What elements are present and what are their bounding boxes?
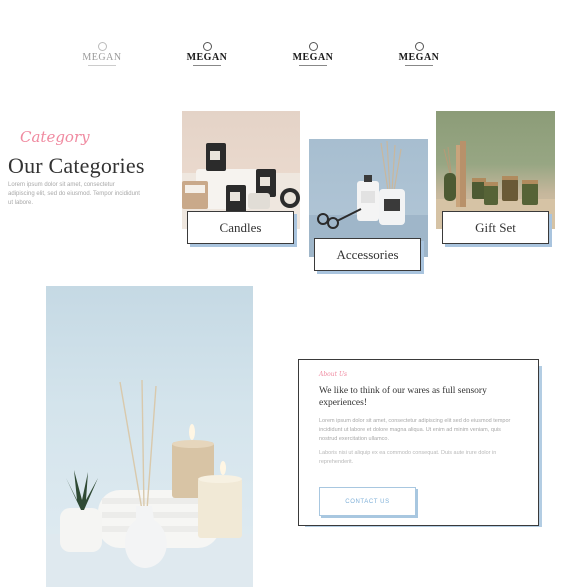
categories-lead-text: Lorem ipsum dolor sit amet, consectetur … <box>8 182 140 206</box>
category-card-gift-set[interactable]: Gift Set <box>442 211 549 244</box>
brand-logo-2[interactable]: MEGAN <box>177 42 237 66</box>
brand-logo-3[interactable]: MEGAN <box>283 42 343 66</box>
contact-us-button[interactable]: CONTACT US <box>319 487 416 516</box>
logo-tagline-line <box>193 65 221 66</box>
about-paragraph-2: Laboris nisi ut aliquip ex ea commodo co… <box>319 450 497 465</box>
logo-tagline-line <box>88 65 116 66</box>
categories-title: Our Categories <box>8 153 145 178</box>
logo-name: MEGAN <box>186 52 228 63</box>
spa-illustration <box>46 379 253 587</box>
logo-emblem-icon <box>202 42 212 51</box>
logo-emblem-icon <box>97 42 107 51</box>
logo-emblem-icon <box>308 42 318 51</box>
category-label: Accessories <box>336 246 399 262</box>
logo-name: MEGAN <box>292 52 334 63</box>
logo-name: MEGAN <box>82 52 122 63</box>
about-card: About Us We like to think of our wares a… <box>298 359 539 526</box>
logo-tagline-line <box>299 65 327 66</box>
about-paragraph: Lorem ipsum dolor sit amet, consectetur … <box>319 418 511 442</box>
category-label: Gift Set <box>475 219 516 235</box>
categories-eyebrow: Category <box>20 128 90 146</box>
category-label: Candles <box>219 219 262 235</box>
logo-emblem-icon <box>414 42 424 51</box>
category-card-accessories[interactable]: Accessories <box>314 238 421 271</box>
brand-logo-4[interactable]: MEGAN <box>389 42 449 66</box>
about-eyebrow: About Us <box>319 371 348 378</box>
logo-tagline-line <box>405 65 433 66</box>
brand-logo-1[interactable]: MEGAN <box>72 42 132 66</box>
category-card-candles[interactable]: Candles <box>187 211 294 244</box>
logo-name: MEGAN <box>398 52 440 63</box>
about-heading: We like to think of our wares as full se… <box>319 386 487 408</box>
hero-spa-photo <box>46 286 253 587</box>
